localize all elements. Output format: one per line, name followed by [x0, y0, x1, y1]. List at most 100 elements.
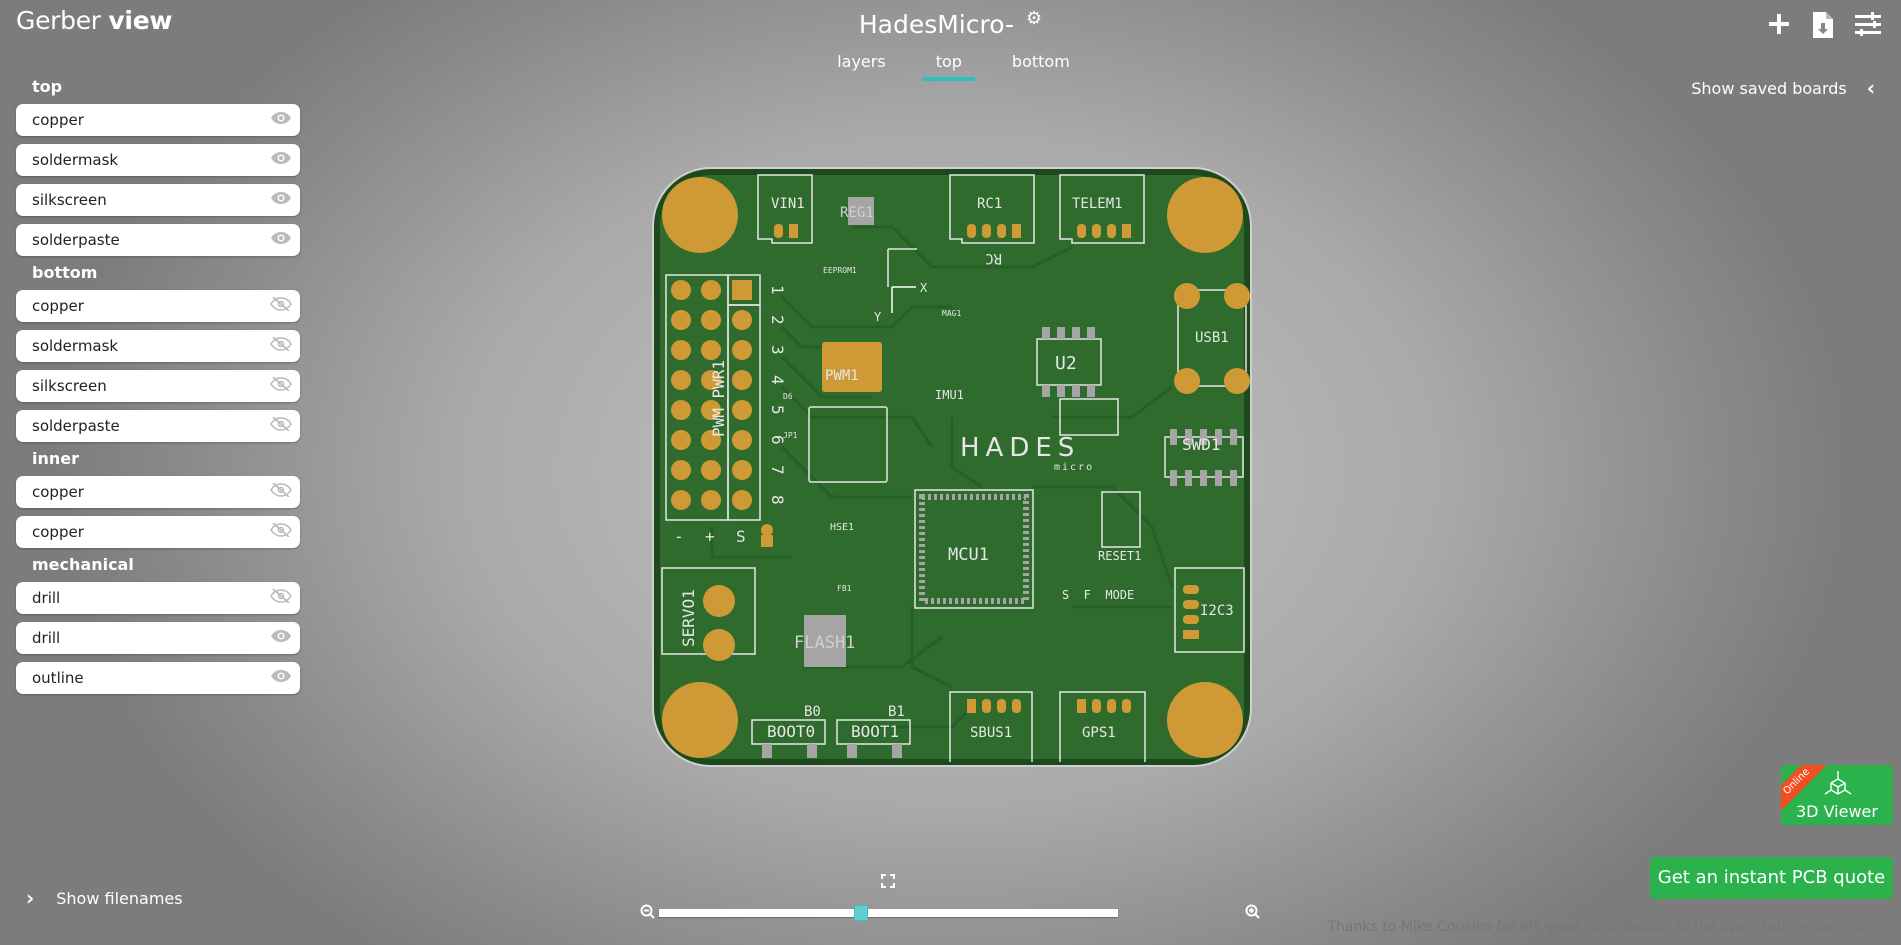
layer-mechanical-outline[interactable]: outline [16, 662, 300, 694]
label-fb1: FB1 [837, 584, 852, 593]
pin-number: 5 [768, 405, 787, 415]
header-pin [732, 340, 752, 360]
layer-top-copper[interactable]: copper [16, 104, 300, 136]
header-pin [732, 370, 752, 390]
eye-slash-icon[interactable] [270, 588, 292, 607]
pin-number: 8 [768, 495, 787, 505]
layer-label: copper [32, 111, 84, 129]
label-usb1: USB1 [1195, 330, 1229, 346]
layer-top-silkscreen[interactable]: silkscreen [16, 184, 300, 216]
eye-slash-icon[interactable] [270, 522, 292, 541]
label-boot0: BOOT0 [767, 722, 815, 741]
label-x-axis: X [920, 281, 928, 295]
label-swd1: SWD1 [1182, 435, 1221, 454]
header-pin [671, 430, 691, 450]
header-pin [732, 430, 752, 450]
layer-label: solderpaste [32, 417, 120, 435]
pcb-quote-button[interactable]: Get an instant PCB quote [1650, 857, 1893, 899]
label-hades: HADES [960, 433, 1080, 463]
header-pin [671, 370, 691, 390]
tab-top[interactable]: top [922, 52, 975, 81]
eye-icon[interactable] [270, 191, 292, 209]
eye-slash-icon[interactable] [270, 376, 292, 395]
layer-inner-copper[interactable]: copper [16, 476, 300, 508]
layer-bottom-solderpaste[interactable]: solderpaste [16, 410, 300, 442]
section-inner: inner [32, 449, 80, 468]
eye-icon[interactable] [270, 111, 292, 129]
board-name: HadesMicro- [858, 9, 1015, 39]
header-pin [732, 460, 752, 480]
layer-bottom-copper[interactable]: copper [16, 290, 300, 322]
gear-icon[interactable]: ⚙ [1026, 8, 1042, 29]
label-mcu1: MCU1 [948, 545, 989, 565]
3d-viewer-button[interactable]: Online 3D Viewer [1781, 765, 1893, 825]
header-pin [701, 490, 721, 510]
pin-number: 1 [768, 285, 787, 295]
header-pin [671, 490, 691, 510]
header-pin [701, 310, 721, 330]
label-b0: B0 [804, 704, 821, 720]
eye-icon[interactable] [270, 151, 292, 169]
label-sbus1: SBUS1 [970, 725, 1012, 741]
layer-top-soldermask[interactable]: soldermask [16, 144, 300, 176]
eye-slash-icon[interactable] [270, 336, 292, 355]
pin-number: 4 [768, 375, 787, 385]
eye-slash-icon[interactable] [270, 482, 292, 501]
label-reg1: REG1 [840, 205, 874, 221]
eye-icon[interactable] [270, 629, 292, 647]
layer-label: solderpaste [32, 231, 120, 249]
eye-slash-icon[interactable] [270, 416, 292, 435]
layer-mechanical-drill[interactable]: drill [16, 582, 300, 614]
section-bottom: bottom [32, 263, 98, 282]
label-minus: - [674, 527, 684, 546]
board-title: HadesMicro- ⚙ [0, 8, 1901, 39]
label-rc: RC [985, 250, 1002, 266]
layer-inner-copper[interactable]: copper [16, 516, 300, 548]
zoom-slider[interactable] [640, 900, 1260, 924]
label-s-f-mode: S F MODE [1062, 588, 1134, 602]
layer-label: outline [32, 669, 84, 687]
tab-layers[interactable]: layers [824, 52, 898, 81]
label-telem1: TELEM1 [1072, 196, 1123, 212]
header-pin [732, 310, 752, 330]
label-eeprom1: EEPROM1 [823, 266, 857, 275]
show-saved-boards[interactable]: Show saved boards ‹ [1691, 76, 1875, 100]
sliders-icon[interactable] [1855, 12, 1881, 36]
eye-icon[interactable] [270, 669, 292, 687]
header-pin [701, 460, 721, 480]
header-pin [671, 310, 691, 330]
plus-icon[interactable] [1767, 12, 1791, 36]
download-file-icon[interactable] [1813, 12, 1833, 38]
label-vin1: VIN1 [771, 196, 805, 212]
header-pin [732, 490, 752, 510]
layer-bottom-silkscreen[interactable]: silkscreen [16, 370, 300, 402]
label-b1: B1 [888, 704, 905, 720]
label-jp1: JP1 [783, 431, 798, 440]
layer-label: soldermask [32, 151, 119, 169]
pin-number: 3 [768, 345, 787, 355]
zoom-out-icon[interactable] [640, 904, 656, 920]
label-mag1: MAG1 [942, 309, 961, 318]
zoom-track[interactable] [659, 909, 1118, 917]
layer-bottom-soldermask[interactable]: soldermask [16, 330, 300, 362]
show-filenames-toggle[interactable]: › Show filenames [26, 886, 183, 910]
fullscreen-icon[interactable] [881, 873, 895, 892]
zoom-thumb[interactable] [853, 905, 868, 921]
chevron-left-icon: ‹ [1866, 76, 1875, 100]
label-gps1: GPS1 [1082, 725, 1116, 741]
layer-mechanical-drill[interactable]: drill [16, 622, 300, 654]
toolbar [1767, 12, 1881, 38]
header-pin [701, 280, 721, 300]
layer-top-solderpaste[interactable]: solderpaste [16, 224, 300, 256]
eye-slash-icon[interactable] [270, 296, 292, 315]
pin-number: 7 [768, 465, 787, 475]
eye-icon[interactable] [270, 231, 292, 249]
header-pin [701, 340, 721, 360]
tab-bottom[interactable]: bottom [999, 52, 1083, 81]
layer-sidebar: top copper soldermask silkscreen solderpaste… [16, 77, 300, 702]
label-y-axis: Y [874, 310, 882, 324]
zoom-in-icon[interactable] [1245, 904, 1261, 920]
cube-icon [1824, 771, 1852, 795]
layer-label: drill [32, 629, 61, 647]
pcb-board[interactable]: VIN1 REG1 RC1 TELEM1 RC PWM1 PWM_PWR1 U2… [652, 167, 1252, 767]
